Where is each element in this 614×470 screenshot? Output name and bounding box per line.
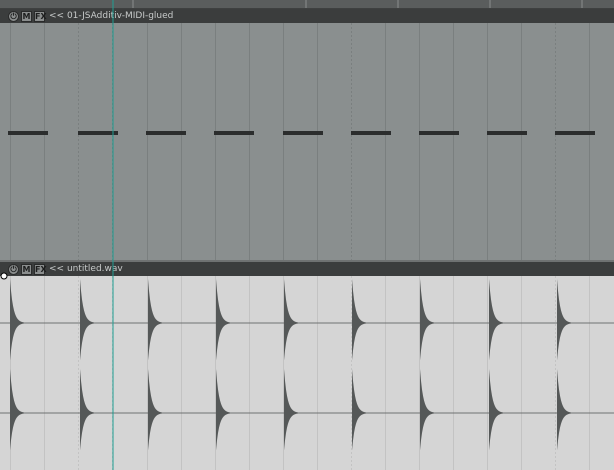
waveform-transient xyxy=(489,279,503,361)
waveform-transient xyxy=(557,369,571,451)
power-icon[interactable]: ⏻ xyxy=(8,10,19,22)
waveform-transient xyxy=(420,279,434,361)
ruler-ticks xyxy=(132,0,583,8)
midi-note xyxy=(214,131,254,135)
midi-item-header[interactable]: ⏻ M FX << 01-JSAdditiv-MIDI-glued xyxy=(0,9,614,23)
waveform-transient xyxy=(420,369,434,451)
audio-item[interactable]: ⏻ M FX << untitled.wav xyxy=(0,262,614,470)
midi-note xyxy=(555,131,595,135)
midi-note xyxy=(351,131,391,135)
midi-note xyxy=(146,131,186,135)
midi-note xyxy=(419,131,459,135)
waveform-transient xyxy=(352,279,366,361)
mute-button[interactable]: M xyxy=(21,263,32,275)
midi-item-title: << 01-JSAdditiv-MIDI-glued xyxy=(49,11,174,21)
audio-item-title: << untitled.wav xyxy=(49,264,123,274)
waveform-transient xyxy=(10,369,24,451)
waveform-transient xyxy=(557,279,571,361)
mute-button[interactable]: M xyxy=(21,10,32,22)
timeline-ruler[interactable] xyxy=(0,0,614,9)
waveform-transient xyxy=(284,279,298,361)
waveform-transient xyxy=(352,369,366,451)
midi-note xyxy=(78,131,118,135)
midi-item[interactable]: ⏻ M FX << 01-JSAdditiv-MIDI-glued xyxy=(0,9,614,260)
midi-note xyxy=(8,131,48,135)
waveform-transient xyxy=(148,369,162,451)
audio-lane[interactable] xyxy=(0,276,614,470)
fx-button[interactable]: FX xyxy=(34,263,47,275)
audio-item-header[interactable]: ⏻ M FX << untitled.wav xyxy=(0,262,614,276)
power-icon[interactable]: ⏻ xyxy=(8,263,19,275)
waveform-transient xyxy=(216,369,230,451)
waveform-transient xyxy=(284,369,298,451)
waveform-transient xyxy=(80,279,94,361)
midi-notes-canvas xyxy=(8,23,595,260)
midi-note xyxy=(487,131,527,135)
waveform-transient xyxy=(80,369,94,451)
fx-button[interactable]: FX xyxy=(34,10,47,22)
waveform-transient xyxy=(148,279,162,361)
waveform-transient xyxy=(10,279,24,361)
midi-lane[interactable] xyxy=(0,23,614,260)
waveform-canvas xyxy=(0,276,614,470)
midi-note xyxy=(283,131,323,135)
waveform-transient xyxy=(489,369,503,451)
waveform-transient xyxy=(216,279,230,361)
